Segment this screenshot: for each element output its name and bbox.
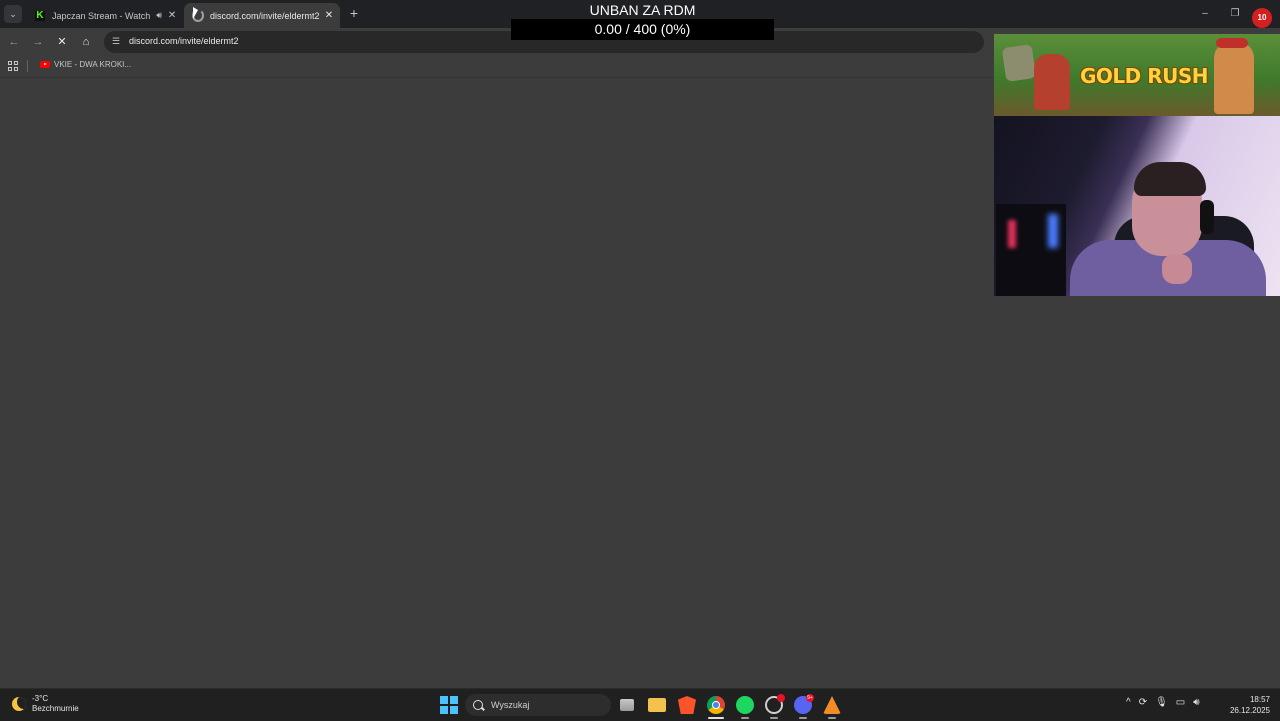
search-icon [473,700,483,710]
clock-date: 26.12.2025 [1229,706,1270,715]
banner-title: GOLD RUSH [1080,64,1209,88]
weather-widget[interactable]: -3°C Bezchmurnie [12,694,79,714]
weather-temperature: -3°C [32,694,49,703]
bookmark-item[interactable]: VKIE - DWA KROKI... [40,60,131,69]
brave-icon[interactable] [678,696,696,714]
banner-character-left [1034,54,1070,110]
home-icon[interactable]: ⌂ [78,34,94,50]
clock-time: 18:57 [1249,695,1270,704]
back-arrow-icon[interactable]: ← [6,34,22,50]
minimize-button[interactable]: – [1190,0,1220,28]
speaker-icon[interactable]: 🔊︎ [156,10,162,21]
microphone-icon[interactable]: 🎙︎ [1155,697,1168,708]
youtube-icon [40,61,50,68]
forward-arrow-icon[interactable]: → [30,34,46,50]
webcam-pc-case [996,204,1066,296]
banner-hat [1216,38,1248,48]
overlay-goal-progress: 0.00 / 400 (0%) [511,19,774,40]
game-banner: GOLD RUSH [994,34,1280,116]
windows-start-icon[interactable] [440,696,458,714]
tab-title: discord.com/invite/eldermt2 [210,10,320,21]
tab-close-icon[interactable]: ✕ [322,10,336,21]
banner-rock [1001,44,1037,82]
obs-badge [777,694,785,702]
new-tab-button[interactable]: + [346,5,362,21]
search-placeholder: Wyszukaj [491,700,530,710]
headset-icon [1200,200,1214,234]
tab-title: Japczan Stream - Watch Live [52,10,152,21]
app-running-indicator [828,717,836,719]
spotify-icon[interactable] [736,696,754,714]
chevron-up-icon[interactable]: ^ [1126,697,1131,708]
windows-taskbar: -3°C Bezchmurnie Wyszukaj 9+ ^ ⟳ 🎙︎ ▭ 🔊︎… [0,688,1280,721]
discord-badge: 9+ [806,694,814,702]
obs-running-indicator [770,717,778,719]
stop-loading-icon[interactable]: ✕ [54,34,70,50]
discord-running-indicator [799,717,807,719]
chrome-active-indicator [708,717,724,719]
file-explorer-icon[interactable] [648,698,666,712]
spotify-running-indicator [741,717,749,719]
volume-icon[interactable]: 🔊︎ [1193,697,1199,708]
tab-japczan-stream[interactable]: K Japczan Stream - Watch Live 🔊︎ ✕ [26,3,182,28]
taskbar-clock[interactable]: 18:57 26.12.2025 [1226,694,1270,716]
moon-icon [12,697,26,711]
chrome-icon[interactable] [707,696,725,714]
app-icon[interactable] [823,696,841,714]
task-view-icon[interactable] [620,699,634,711]
tab-close-icon[interactable]: ✕ [166,10,178,21]
channel-logo: 10 [1252,8,1272,28]
bookmarks-separator [27,60,28,72]
taskbar-search[interactable]: Wyszukaj [465,694,611,716]
webcam-feed [994,116,1280,296]
network-icon[interactable]: ▭ [1176,697,1185,708]
system-tray: ^ ⟳ 🎙︎ ▭ 🔊︎ [1126,697,1200,708]
apps-grid-icon[interactable] [8,61,18,71]
banner-character-right [1214,42,1254,114]
weather-description: Bezchmurnie [32,704,79,713]
bookmark-label: VKIE - DWA KROKI... [54,60,132,69]
site-info-icon[interactable]: ☰ [112,36,120,47]
tab-search-button[interactable]: ⌄ [4,5,22,23]
overlay-goal-title: UNBAN ZA RDM [589,2,696,18]
restore-button[interactable]: ❐ [1220,0,1250,28]
mouse-cursor-icon [193,7,198,19]
tab-discord-invite[interactable]: discord.com/invite/eldermt2 ✕ [184,3,340,28]
kick-icon: K [35,9,45,21]
address-url[interactable]: discord.com/invite/eldermt2 [129,36,239,46]
webcam-person-hair [1134,162,1206,196]
webcam-person-hand [1162,254,1192,284]
sync-icon[interactable]: ⟳ [1139,697,1147,708]
